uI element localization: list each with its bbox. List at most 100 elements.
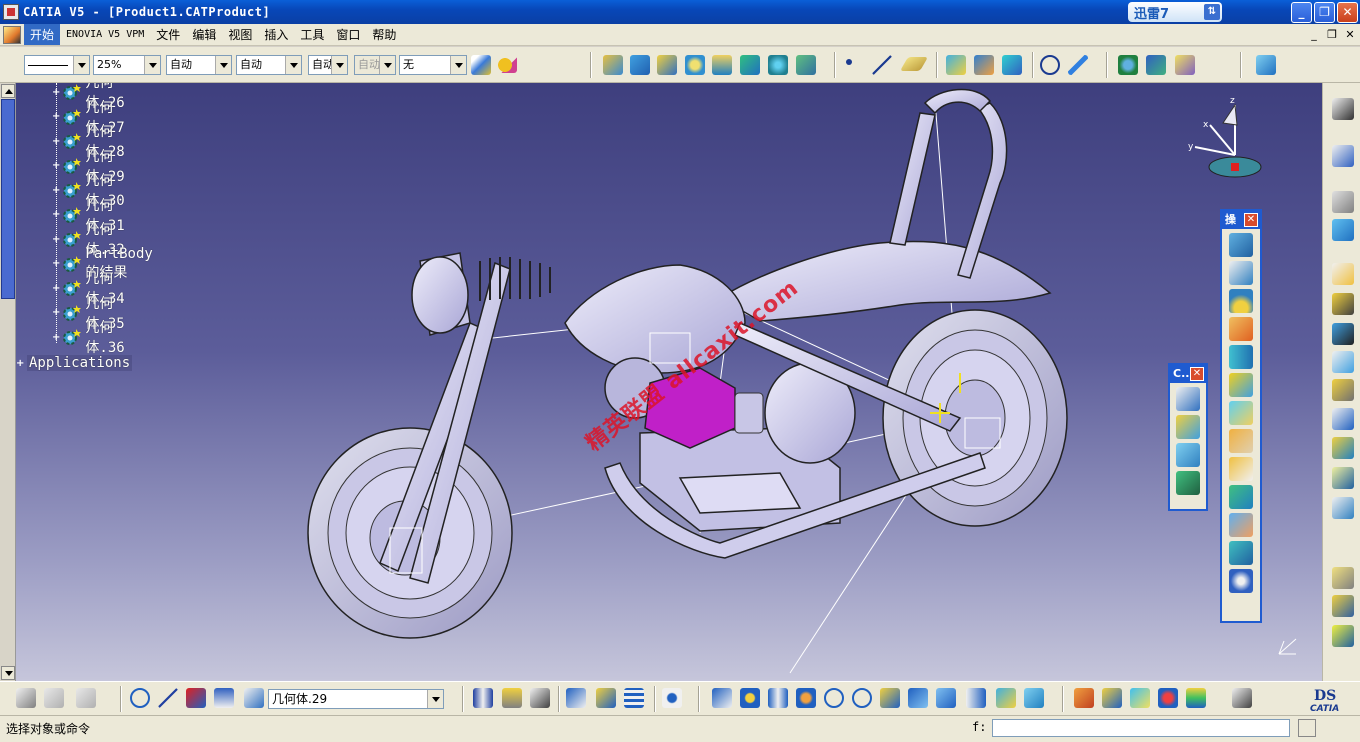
doc-close-button[interactable]: ✕ [1342, 28, 1358, 42]
measure-between-icon[interactable] [473, 688, 493, 708]
groove-icon[interactable] [1332, 323, 1354, 345]
operations-palette[interactable]: 操 ✕ [1220, 209, 1262, 623]
measure-item-icon[interactable] [502, 688, 522, 708]
define-work-object-icon[interactable] [244, 688, 264, 708]
split-icon[interactable] [974, 55, 994, 75]
sketch-analysis-icon[interactable] [1102, 688, 1122, 708]
trim-icon[interactable] [1002, 55, 1022, 75]
join-icon[interactable] [946, 55, 966, 75]
point-icon[interactable] [846, 59, 852, 65]
material-icon[interactable] [1024, 688, 1044, 708]
tree-applications[interactable]: + Applications [16, 352, 133, 374]
headlight[interactable] [411, 252, 471, 336]
chevron-down-icon[interactable] [144, 56, 160, 74]
expand-icon[interactable]: + [52, 112, 60, 122]
menu-insert[interactable]: 插入 [258, 24, 294, 45]
thickness-analysis-icon[interactable] [1186, 688, 1206, 708]
chevron-down-icon[interactable] [215, 56, 231, 74]
circle-icon[interactable] [1040, 55, 1060, 75]
linetype-combo[interactable]: 自动 [236, 55, 302, 75]
catia-app-icon[interactable] [3, 4, 19, 20]
palette-header[interactable]: 操 ✕ [1222, 211, 1260, 229]
fit-all-in-icon[interactable] [740, 688, 760, 708]
rotate-icon[interactable] [796, 688, 816, 708]
menu-edit[interactable]: 编辑 [186, 24, 222, 45]
plane-icon[interactable] [899, 57, 929, 71]
menu-window[interactable]: 窗口 [330, 24, 366, 45]
expand-icon[interactable]: + [52, 161, 60, 171]
color-combo[interactable]: 自动 [166, 55, 232, 75]
symmetry-tool-icon[interactable] [1229, 401, 1253, 425]
expand-icon[interactable]: + [52, 210, 60, 220]
line-icon[interactable] [872, 55, 892, 75]
chevron-down-icon[interactable] [450, 56, 466, 74]
expand-icon[interactable]: + [52, 87, 60, 97]
menu-tools[interactable]: 工具 [294, 24, 330, 45]
extract-tool-icon[interactable] [1176, 387, 1200, 411]
chamfer-tool-icon[interactable] [1229, 317, 1253, 341]
chevron-down-icon[interactable] [427, 690, 443, 708]
fill-icon[interactable] [796, 55, 816, 75]
extrude-surface-icon[interactable] [630, 55, 650, 75]
doc-minimize-button[interactable]: _ [1306, 28, 1322, 42]
affinity-tool-icon[interactable] [1229, 457, 1253, 481]
update-icon[interactable] [130, 688, 150, 708]
format-painter-icon[interactable] [471, 55, 491, 75]
sketch-icon[interactable] [1332, 145, 1354, 167]
thickness-combo[interactable]: 自动 [308, 55, 348, 75]
iso-view-icon[interactable] [936, 688, 956, 708]
multiple-extract-icon[interactable] [1176, 415, 1200, 439]
swap-visible-icon[interactable] [596, 688, 616, 708]
revolve-surface-icon[interactable] [657, 55, 677, 75]
extrapolate-tool-icon[interactable] [1229, 485, 1253, 509]
layer-filter-combo[interactable]: 无 [399, 55, 467, 75]
sphere-surface-icon[interactable] [685, 55, 705, 75]
compass-widget[interactable]: z x y [1185, 95, 1265, 195]
menu-start[interactable]: 开始 [24, 24, 61, 45]
knowledge-icon[interactable] [1175, 55, 1195, 75]
removed-multi-section-icon[interactable] [1332, 497, 1354, 519]
offset-surface-icon[interactable] [740, 55, 760, 75]
palette-header[interactable]: C.. ✕ [1170, 365, 1206, 383]
xunlei-badge[interactable]: 迅雷7 ⇅ [1128, 2, 1222, 22]
fit-all-icon[interactable] [662, 688, 682, 708]
shading-icon[interactable] [996, 688, 1016, 708]
expand-icon[interactable]: + [52, 185, 60, 195]
thick-surface-icon[interactable] [1332, 567, 1354, 589]
curvature-analysis-icon[interactable] [1158, 688, 1178, 708]
datum-icon[interactable] [186, 688, 206, 708]
render-style-icon[interactable] [966, 688, 986, 708]
boundary-tool-icon[interactable] [1229, 569, 1253, 593]
tree-item[interactable]: + 几何体.36 [52, 320, 125, 356]
expand-icon[interactable]: + [52, 136, 60, 146]
split-tool-icon[interactable] [1229, 233, 1253, 257]
heal-tool-icon[interactable] [1176, 443, 1200, 467]
untrim-tool-icon[interactable] [1176, 471, 1200, 495]
chevron-down-icon[interactable] [331, 56, 347, 74]
zoom-combo[interactable]: 25% [93, 55, 161, 75]
shaft-icon[interactable] [1332, 293, 1354, 315]
menu-enovia[interactable]: ENOVIA V5 VPM [60, 27, 150, 42]
select-icon[interactable] [1332, 98, 1354, 120]
spline-icon[interactable] [1068, 55, 1088, 75]
rib-icon[interactable] [1332, 379, 1354, 401]
fillet-tool-icon[interactable] [1229, 289, 1253, 313]
invert-tool-icon[interactable] [1229, 513, 1253, 537]
close-button[interactable]: ✕ [1337, 2, 1358, 23]
expand-icon[interactable]: + [52, 308, 60, 318]
chevron-down-icon[interactable] [285, 56, 301, 74]
expand-icon[interactable]: + [16, 358, 25, 368]
expand-icon[interactable]: + [52, 234, 60, 244]
near-tool-icon[interactable] [1229, 541, 1253, 565]
normal-view-icon[interactable] [880, 688, 900, 708]
cylinder-surface-icon[interactable] [712, 55, 732, 75]
menu-file[interactable]: 文件 [150, 24, 186, 45]
minimize-button[interactable]: _ [1291, 2, 1312, 23]
stiffener-icon[interactable] [1332, 437, 1354, 459]
hide-show-icon[interactable] [566, 688, 586, 708]
pocket-icon[interactable] [1332, 263, 1354, 285]
close-icon[interactable]: ✕ [1190, 367, 1204, 381]
catalog-icon[interactable] [1118, 55, 1138, 75]
hole-icon[interactable] [1332, 351, 1354, 373]
list-icon[interactable] [214, 688, 234, 708]
